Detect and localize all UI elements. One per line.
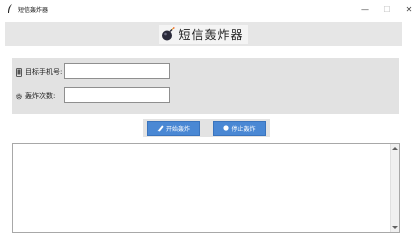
start-button[interactable]: 开始轰炸	[147, 120, 200, 136]
title-bar: 短信轰炸器 — ☐ ✕	[0, 0, 420, 18]
phone-label: 目标手机号:	[25, 68, 63, 76]
phone-row: 目标手机号:	[12, 63, 170, 81]
count-input[interactable]	[64, 87, 170, 103]
log-scrollbar[interactable]	[390, 144, 399, 232]
maximize-button[interactable]: ☐	[376, 0, 398, 18]
window-controls: — ☐ ✕	[354, 0, 420, 18]
log-output[interactable]	[12, 143, 400, 233]
logo-text: 短信轰炸器	[178, 27, 244, 42]
header-banner: 短信轰炸器	[5, 22, 402, 46]
close-button[interactable]: ✕	[398, 0, 420, 18]
window-title: 短信轰炸器	[18, 6, 49, 14]
app-window: 短信轰炸器 — ☐ ✕ 短信轰炸器 目标手机号: 轰炸次数: 开始轰炸 停止轰炸	[0, 0, 420, 236]
minimize-button[interactable]: —	[354, 0, 376, 18]
bomb-icon	[162, 27, 176, 41]
stop-button[interactable]: 停止轰炸	[213, 120, 266, 136]
app-logo: 短信轰炸器	[159, 24, 248, 44]
scroll-down-icon[interactable]	[392, 226, 398, 229]
form-panel: 目标手机号: 轰炸次数:	[12, 58, 399, 114]
start-label: 开始轰炸	[165, 125, 190, 133]
button-bar: 开始轰炸 停止轰炸	[143, 119, 270, 137]
scroll-up-icon[interactable]	[392, 147, 398, 150]
phone-icon	[15, 67, 23, 77]
count-row: 轰炸次数:	[12, 87, 170, 105]
stop-icon	[223, 125, 230, 131]
gear-icon	[15, 91, 23, 101]
rocket-icon	[157, 124, 164, 132]
stop-label: 停止轰炸	[231, 125, 256, 133]
count-label: 轰炸次数:	[25, 92, 56, 100]
phone-input[interactable]	[64, 63, 170, 79]
feather-icon	[5, 3, 15, 15]
